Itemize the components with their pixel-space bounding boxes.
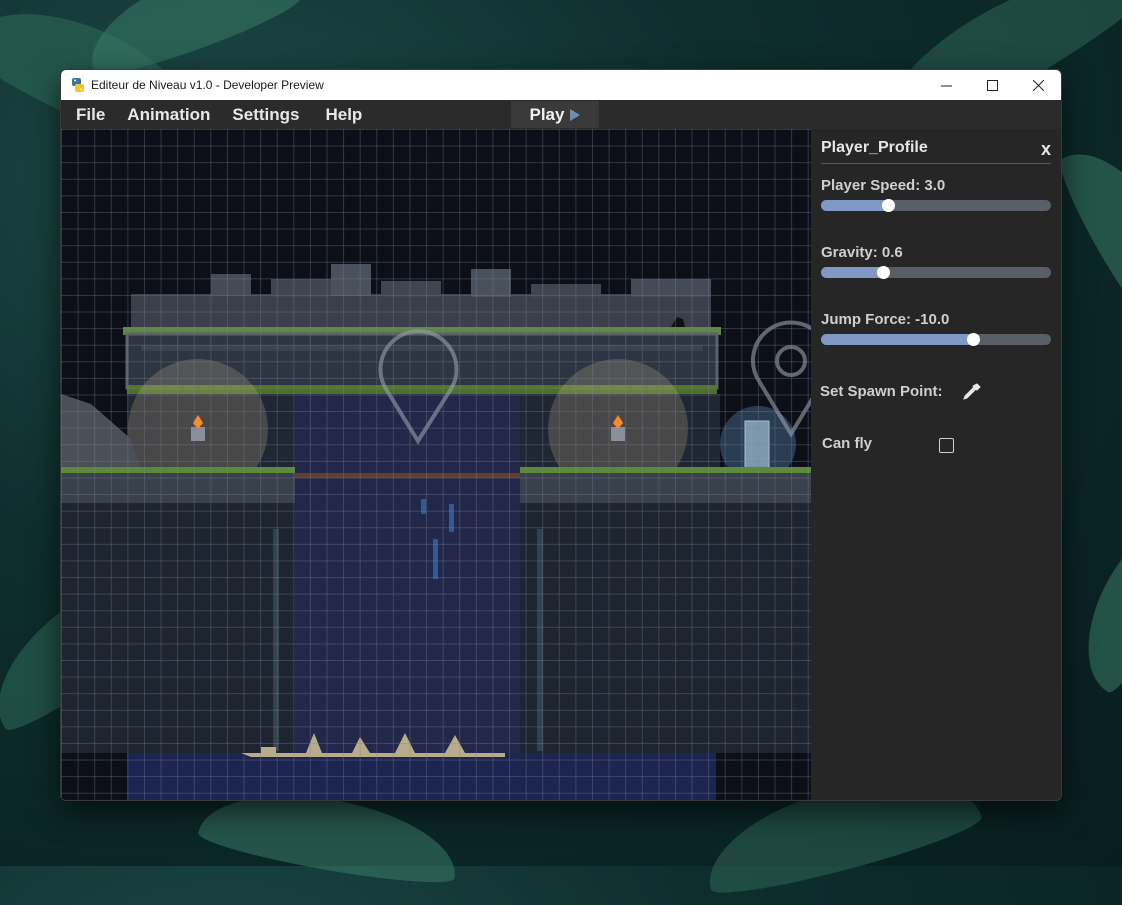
slider-fill bbox=[821, 200, 888, 211]
properties-panel: Player_Profile x Player Speed: 3.0 Gravi… bbox=[811, 129, 1061, 800]
eyedropper-icon[interactable] bbox=[961, 381, 983, 403]
grass-left bbox=[61, 467, 295, 473]
grass-right bbox=[520, 467, 811, 473]
spawn-point-label: Set Spawn Point: bbox=[820, 383, 943, 400]
wall-left bbox=[61, 503, 295, 753]
panel-title: Player_Profile bbox=[821, 139, 928, 156]
slider-thumb[interactable] bbox=[881, 199, 895, 212]
level-canvas[interactable] bbox=[61, 129, 811, 800]
floor-right bbox=[520, 473, 811, 503]
can-fly-label: Can fly bbox=[822, 435, 873, 452]
torch-right bbox=[611, 427, 625, 441]
minimize-icon bbox=[940, 85, 952, 86]
pipe-right bbox=[537, 529, 543, 751]
minimize-button[interactable] bbox=[923, 70, 969, 100]
pipe-left bbox=[273, 529, 279, 751]
level-editor-window: Editeur de Niveau v1.0 - Developer Previ… bbox=[60, 69, 1062, 801]
play-button[interactable]: Play bbox=[511, 101, 599, 128]
python-icon bbox=[72, 78, 84, 92]
jump-force-slider[interactable] bbox=[821, 333, 1051, 346]
waterfall-c bbox=[433, 539, 438, 579]
slider-thumb[interactable] bbox=[966, 333, 980, 346]
slider-fill bbox=[821, 267, 884, 278]
slider-fill bbox=[821, 334, 973, 345]
water-bottom bbox=[127, 753, 717, 800]
menu-help[interactable]: Help bbox=[314, 100, 373, 129]
pit-bridge bbox=[295, 473, 520, 478]
panel-header: Player_Profile x bbox=[821, 137, 1051, 164]
gravity-label: Gravity: 0.6 bbox=[821, 244, 903, 261]
close-icon bbox=[1032, 79, 1044, 91]
waterfall-b bbox=[449, 504, 454, 532]
menu-bar: File Animation Settings Help Play bbox=[61, 100, 1061, 129]
beam-detail bbox=[141, 345, 703, 351]
menu-settings[interactable]: Settings bbox=[221, 100, 310, 129]
player-speed-slider[interactable] bbox=[821, 199, 1051, 212]
menu-animation[interactable]: Animation bbox=[116, 100, 221, 129]
maximize-button[interactable] bbox=[969, 70, 1015, 100]
title-bar[interactable]: Editeur de Niveau v1.0 - Developer Previ… bbox=[61, 70, 1061, 100]
can-fly-checkbox[interactable] bbox=[939, 438, 954, 453]
maximize-icon bbox=[986, 79, 998, 91]
play-label: Play bbox=[529, 104, 565, 124]
gravity-slider[interactable] bbox=[821, 266, 1051, 279]
ruins-top bbox=[131, 264, 711, 334]
jump-force-label: Jump Force: -10.0 bbox=[821, 311, 950, 328]
void-corner bbox=[716, 753, 811, 800]
menu-file[interactable]: File bbox=[65, 100, 116, 129]
wall-right bbox=[520, 503, 811, 753]
player-speed-label: Player Speed: 3.0 bbox=[821, 177, 946, 194]
waterfall-a bbox=[421, 499, 426, 514]
level-scene bbox=[61, 264, 811, 800]
floor-left bbox=[61, 473, 295, 503]
close-window-button[interactable] bbox=[1015, 70, 1061, 100]
panel-close-button[interactable]: x bbox=[1041, 139, 1051, 160]
torch-left bbox=[191, 427, 205, 441]
play-icon bbox=[570, 108, 581, 121]
window-title: Editeur de Niveau v1.0 - Developer Previ… bbox=[91, 78, 324, 92]
exit-door bbox=[744, 420, 770, 470]
slider-thumb[interactable] bbox=[877, 266, 891, 279]
